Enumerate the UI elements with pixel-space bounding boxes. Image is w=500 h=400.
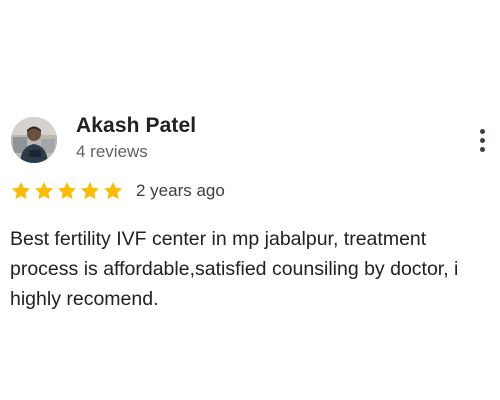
star-icon: [57, 182, 77, 200]
author-name[interactable]: Akash Patel: [76, 114, 196, 138]
rating-row: 2 years ago: [10, 179, 225, 203]
star-icon: [80, 182, 100, 200]
star-icon: [11, 182, 31, 200]
more-vert-icon-dot: [479, 146, 485, 152]
review-date: 2 years ago: [136, 181, 225, 200]
author-review-count: 4 reviews: [76, 142, 148, 161]
star-icon: [103, 182, 123, 200]
more-vert-icon-dot: [479, 137, 485, 143]
star-icon: [34, 182, 54, 200]
star-rating: [10, 180, 125, 202]
more-options-button[interactable]: [470, 122, 494, 158]
avatar-photo: [11, 117, 57, 163]
avatar[interactable]: [11, 117, 57, 163]
review-card: Akash Patel 4 reviews 2 years ago Best f…: [0, 0, 500, 400]
more-vert-icon: [479, 128, 485, 134]
review-text: Best fertility IVF center in mp jabalpur…: [10, 228, 459, 310]
